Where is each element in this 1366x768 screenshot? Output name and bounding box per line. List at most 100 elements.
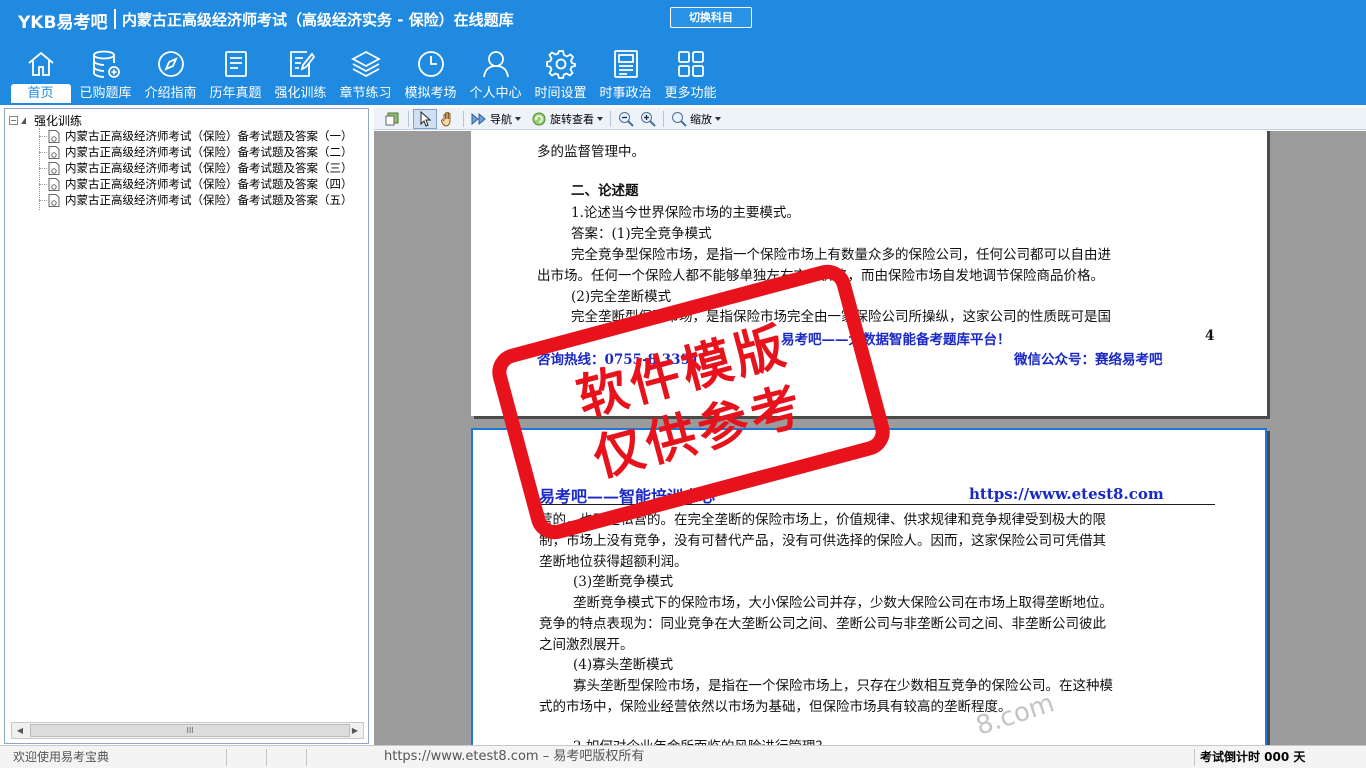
nav-item-purchased[interactable]: 已购题库 <box>73 46 138 104</box>
rotate-view-dropdown[interactable]: 旋转查看 <box>528 109 606 129</box>
nav-label: 更多功能 <box>664 86 717 101</box>
tree-item[interactable]: 内蒙古正高级经济师考试（保险）备考试题及答案（三） <box>39 160 353 176</box>
page-text-line: 寡头垄断型保险市场，是指在一个保险市场上，只存在少数相互竞争的保险公司。在这种模 <box>573 678 1113 694</box>
chevron-down-icon <box>597 116 603 121</box>
page-text-line: (3)垄断竞争模式 <box>573 574 674 590</box>
page-text-line: 完全竞争型保险市场，是指一个保险市场上有数量众多的保险公司，任何公司都可以自由进 <box>571 247 1111 263</box>
page-text-line: 营的，也可是私营的。在完全垄断的保险市场上，价值规律、供求规律和竞争规律受到极大… <box>539 512 1106 528</box>
nav-item-mock-exam[interactable]: 模拟考场 <box>398 46 463 104</box>
document-viewer[interactable]: 多的监督管理中。 二、论述题 1.论述当今世界保险市场的主要模式。 答案：(1)… <box>374 131 1366 745</box>
scroll-thumb[interactable]: III <box>30 724 350 737</box>
page-text-line: 多的监督管理中。 <box>537 144 645 160</box>
tree-item[interactable]: 内蒙古正高级经济师考试（保险）备考试题及答案（二） <box>39 144 353 160</box>
navigation-arrows-icon <box>471 112 486 125</box>
tree-root-label: 强化训练 <box>34 113 83 128</box>
nav-label: 个人中心 <box>469 86 522 101</box>
zoom-in-button[interactable] <box>637 109 659 129</box>
brand-logo: YKB易考吧 <box>18 13 108 33</box>
scroll-left-arrow-icon[interactable]: ◀ <box>12 723 28 738</box>
tree-children: 内蒙古正高级经济师考试（保险）备考试题及答案（一） 内蒙古正高级经济师考试（保险… <box>39 128 353 208</box>
page-text-line: 制，市场上没有竞争，没有可替代产品，没有可供选择的保险人。因而，这家保险公司可凭… <box>539 533 1106 549</box>
page-text-line: 式的市场中，保险业经营依然以市场为基础，但保险市场具有较高的垄断程度。 <box>539 699 1012 715</box>
nav-item-chapter[interactable]: 章节练习 <box>333 46 398 104</box>
viewer-toolbar: 导航 旋转查看 缩放 <box>374 108 1366 130</box>
folder-arrow-icon <box>21 116 26 124</box>
status-bar: 欢迎使用易考宝典 https://www.etest8.com – 易考吧版权所… <box>0 745 1366 768</box>
exam-document-icon <box>48 145 60 159</box>
rotate-icon <box>532 112 546 125</box>
page-text-line: (2)完全垄断模式 <box>571 289 672 305</box>
nav-label: 强化训练 <box>274 86 327 101</box>
tree-item[interactable]: 内蒙古正高级经济师考试（保险）备考试题及答案（四） <box>39 176 353 192</box>
page-text-line: 竞争的特点表现为：同业竞争在大垄断公司之间、垄断公司与非垄断公司之间、非垄断公司… <box>539 616 1106 632</box>
nav-label: 首页 <box>10 84 71 103</box>
nav-item-past-exams[interactable]: 历年真题 <box>203 46 268 104</box>
tree-root[interactable]: − 强化训练 <box>9 112 82 128</box>
page-text-line: 出市场。任何一个保险人都不能够单独左右市场价格，而由保险市场自发地调节保险商品价… <box>537 268 1104 284</box>
select-tool-button[interactable] <box>413 108 437 129</box>
tree-item[interactable]: 内蒙古正高级经济师考试（保险）备考试题及答案（五） <box>39 192 353 208</box>
navigation-label: 导航 <box>490 112 512 126</box>
zoom-dropdown[interactable]: 缩放 <box>668 109 724 129</box>
nav-label: 已购题库 <box>79 86 132 101</box>
thumbnail-icon <box>385 112 399 125</box>
page-footer-slogan: 易考吧——大数据智能备考题库平台！ <box>781 332 1011 348</box>
app-header: YKB易考吧 内蒙古正高级经济师考试（高级经济实务 - 保险）在线题库 切换科目… <box>0 0 1366 105</box>
tree-item-label: 内蒙古正高级经济师考试（保险）备考试题及答案（四） <box>65 177 353 191</box>
nav-item-profile[interactable]: 个人中心 <box>463 46 528 104</box>
tree-horizontal-scrollbar[interactable]: ◀ III ▶ <box>11 722 364 739</box>
tree-item-label: 内蒙古正高级经济师考试（保险）备考试题及答案（二） <box>65 145 353 159</box>
page-footer-wechat: 微信公众号：赛络易考吧 <box>1014 352 1163 368</box>
list-document-icon <box>224 51 247 77</box>
cursor-arrow-icon <box>420 110 432 127</box>
exam-tree: − 强化训练 内蒙古正高级经济师考试（保险）备考试题及答案（一） 内蒙古正高级经… <box>5 109 368 721</box>
tree-item-label: 内蒙古正高级经济师考试（保险）备考试题及答案（一） <box>65 129 353 143</box>
nav-label: 时间设置 <box>534 86 587 101</box>
section-heading: 二、论述题 <box>571 183 639 199</box>
page-header-rule <box>539 504 1215 505</box>
newspaper-icon <box>613 50 638 78</box>
nav-item-more[interactable]: 更多功能 <box>658 46 723 104</box>
exam-document-icon <box>48 193 60 207</box>
main-nav: 首页 已购题库 介绍指南 历年真题 强化训练 章节练习 模拟考场 个人中心 时间… <box>8 46 723 104</box>
tree-item[interactable]: 内蒙古正高级经济师考试（保险）备考试题及答案（一） <box>39 128 353 144</box>
nav-item-time-settings[interactable]: 时间设置 <box>528 46 593 104</box>
zoom-label: 缩放 <box>690 112 712 126</box>
scroll-right-arrow-icon[interactable]: ▶ <box>347 723 363 738</box>
nav-label: 介绍指南 <box>144 86 197 101</box>
thumbnail-button[interactable] <box>382 109 404 129</box>
zoom-out-button[interactable] <box>615 109 637 129</box>
exam-countdown: 考试倒计时 000 天 <box>1200 750 1306 764</box>
nav-label: 章节练习 <box>339 86 392 101</box>
nav-item-guide[interactable]: 介绍指南 <box>138 46 203 104</box>
nav-item-current-affairs[interactable]: 时事政治 <box>593 46 658 104</box>
switch-subject-button[interactable]: 切换科目 <box>670 7 752 28</box>
hand-tool-button[interactable] <box>437 109 459 129</box>
document-page: 易考吧——智能培训中心 https://www.etest8.com 营的，也可… <box>471 428 1267 745</box>
grid-icon <box>677 51 704 77</box>
nav-label: 历年真题 <box>209 86 262 101</box>
compass-icon <box>157 51 184 77</box>
tree-item-label: 内蒙古正高级经济师考试（保险）备考试题及答案（三） <box>65 161 353 175</box>
page-text-line: 完全垄断型保险市场，是指保险市场完全由一家保险公司所操纵，这家公司的性质既可是国 <box>571 309 1111 325</box>
layers-icon <box>350 50 381 78</box>
page-text-line: 之间激烈展开。 <box>539 637 634 653</box>
magnifier-icon <box>672 111 687 127</box>
edit-document-icon <box>289 51 315 77</box>
nav-item-home[interactable]: 首页 <box>8 46 73 104</box>
clock-icon <box>417 51 444 77</box>
zoom-in-icon <box>641 111 656 127</box>
exam-document-icon <box>48 161 60 175</box>
hand-icon <box>440 111 451 127</box>
page-text-line: 垄断地位获得超额利润。 <box>539 554 688 570</box>
brand-divider <box>114 9 116 29</box>
collapse-toggle[interactable]: − <box>9 115 18 125</box>
question-text: 2.如何对企业年金所面临的风险进行管理？ <box>573 735 829 745</box>
zoom-out-icon <box>619 111 634 127</box>
nav-item-intensive[interactable]: 强化训练 <box>268 46 333 104</box>
chevron-down-icon <box>715 116 721 121</box>
navigation-dropdown[interactable]: 导航 <box>468 109 524 129</box>
tree-panel: − 强化训练 内蒙古正高级经济师考试（保险）备考试题及答案（一） 内蒙古正高级经… <box>4 108 369 744</box>
question-text: 1.论述当今世界保险市场的主要模式。 <box>571 205 800 221</box>
exam-document-icon <box>48 129 60 143</box>
